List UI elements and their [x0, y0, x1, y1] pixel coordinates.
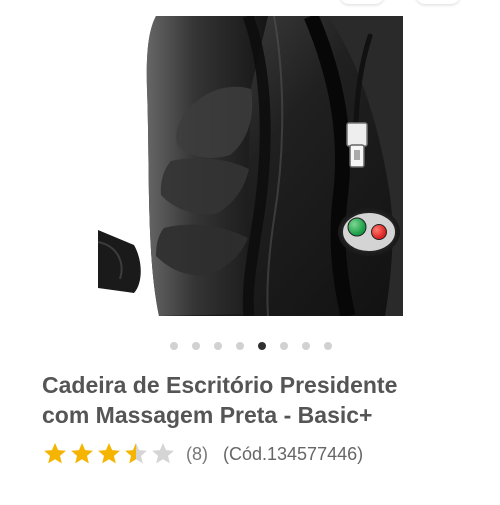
- carousel-dot[interactable]: [302, 342, 310, 350]
- carousel-dot[interactable]: [280, 342, 288, 350]
- top-control-edges: [330, 0, 480, 6]
- partial-control[interactable]: [416, 0, 460, 4]
- product-page: Cadeira de Escritório Presidente com Mas…: [0, 0, 500, 505]
- carousel-dot[interactable]: [214, 342, 222, 350]
- product-title-line-1: Cadeira de Escritório Presidente: [42, 372, 398, 398]
- star-icon: [98, 442, 120, 464]
- carousel-dot[interactable]: [192, 342, 200, 350]
- partial-control[interactable]: [340, 0, 384, 4]
- rating-and-code: (8) (Cód.134577446): [42, 440, 472, 468]
- star-icon: [71, 442, 93, 464]
- carousel-dot[interactable]: [236, 342, 244, 350]
- image-carousel-indicator[interactable]: [0, 341, 500, 351]
- review-count[interactable]: (8): [186, 444, 208, 465]
- carousel-dot[interactable]: [170, 342, 178, 350]
- carousel-dot-active[interactable]: [258, 342, 266, 350]
- star-icon: [44, 442, 66, 464]
- product-image[interactable]: [98, 16, 403, 316]
- product-title-line-2: com Massagem Preta - Basic+: [42, 402, 373, 428]
- carousel-dot[interactable]: [324, 342, 332, 350]
- rating-stars[interactable]: [42, 441, 176, 467]
- half-star-icon: [125, 442, 147, 464]
- empty-star-icon: [152, 442, 174, 464]
- product-code: (Cód.134577446): [223, 443, 364, 464]
- office-chair-image: [98, 16, 403, 316]
- product-title: Cadeira de Escritório Presidente com Mas…: [42, 370, 472, 430]
